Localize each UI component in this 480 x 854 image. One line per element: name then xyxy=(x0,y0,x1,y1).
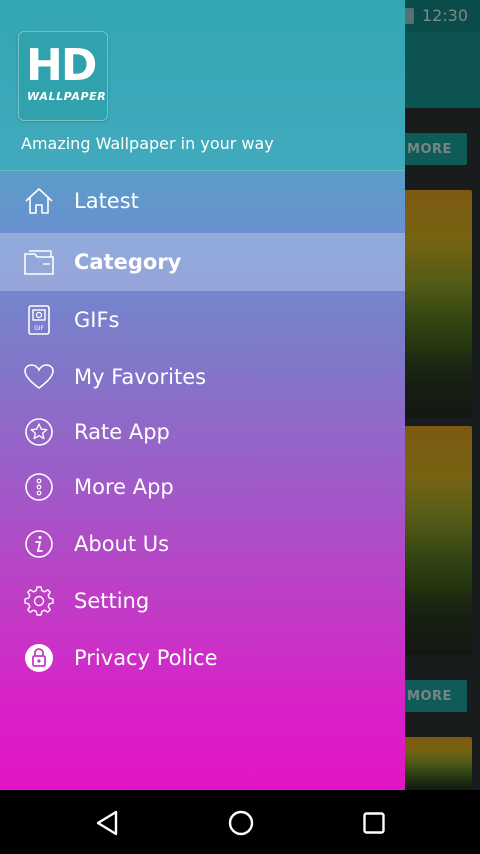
folder-icon xyxy=(24,247,54,277)
back-icon[interactable] xyxy=(90,806,124,840)
menu-label: Category xyxy=(74,250,182,274)
menu-label: GIFs xyxy=(74,308,120,332)
menu-label: About Us xyxy=(74,532,170,556)
logo-wallpaper-text: WALLPAPER xyxy=(27,90,107,103)
menu-item-about-us[interactable]: About Us xyxy=(0,515,405,573)
menu-item-more-app[interactable]: More App xyxy=(0,458,405,516)
menu-label: My Favorites xyxy=(74,365,207,389)
svg-text:GIF: GIF xyxy=(34,325,44,332)
menu-item-gifs[interactable]: GIF GIFs xyxy=(0,291,405,349)
gear-icon xyxy=(24,586,54,616)
menu-label: Latest xyxy=(74,189,139,213)
star-circle-icon xyxy=(24,417,54,447)
system-nav-bar xyxy=(0,790,480,854)
menu-label: Rate App xyxy=(74,420,170,444)
menu-item-privacy-police[interactable]: Privacy Police xyxy=(0,629,405,687)
logo-hd-text: HD xyxy=(26,40,97,91)
home-circle-icon[interactable] xyxy=(224,806,258,840)
heart-icon xyxy=(24,362,54,392)
menu-item-category[interactable]: Category xyxy=(0,233,405,291)
menu-item-setting[interactable]: Setting xyxy=(0,572,405,630)
menu-label: Privacy Police xyxy=(74,646,218,670)
navigation-drawer: HD WALLPAPER Amazing Wallpaper in your w… xyxy=(0,0,405,790)
lock-icon xyxy=(24,643,54,673)
screen: 12:30 MORE MORE HD WALLPAPER Amazing Wal… xyxy=(0,0,480,854)
recents-icon[interactable] xyxy=(357,806,391,840)
menu-item-latest[interactable]: Latest xyxy=(0,172,405,230)
menu-label: More App xyxy=(74,475,174,499)
home-icon xyxy=(24,186,54,216)
app-logo: HD WALLPAPER xyxy=(18,31,108,121)
menu-label: Setting xyxy=(74,589,150,613)
gif-file-icon: GIF xyxy=(24,305,54,335)
info-icon xyxy=(24,529,54,559)
drawer-header: HD WALLPAPER Amazing Wallpaper in your w… xyxy=(0,0,405,171)
menu-item-rate-app[interactable]: Rate App xyxy=(0,403,405,461)
menu-item-my-favorites[interactable]: My Favorites xyxy=(0,348,405,406)
more-dots-icon xyxy=(24,472,54,502)
drawer-tagline: Amazing Wallpaper in your way xyxy=(21,134,274,153)
